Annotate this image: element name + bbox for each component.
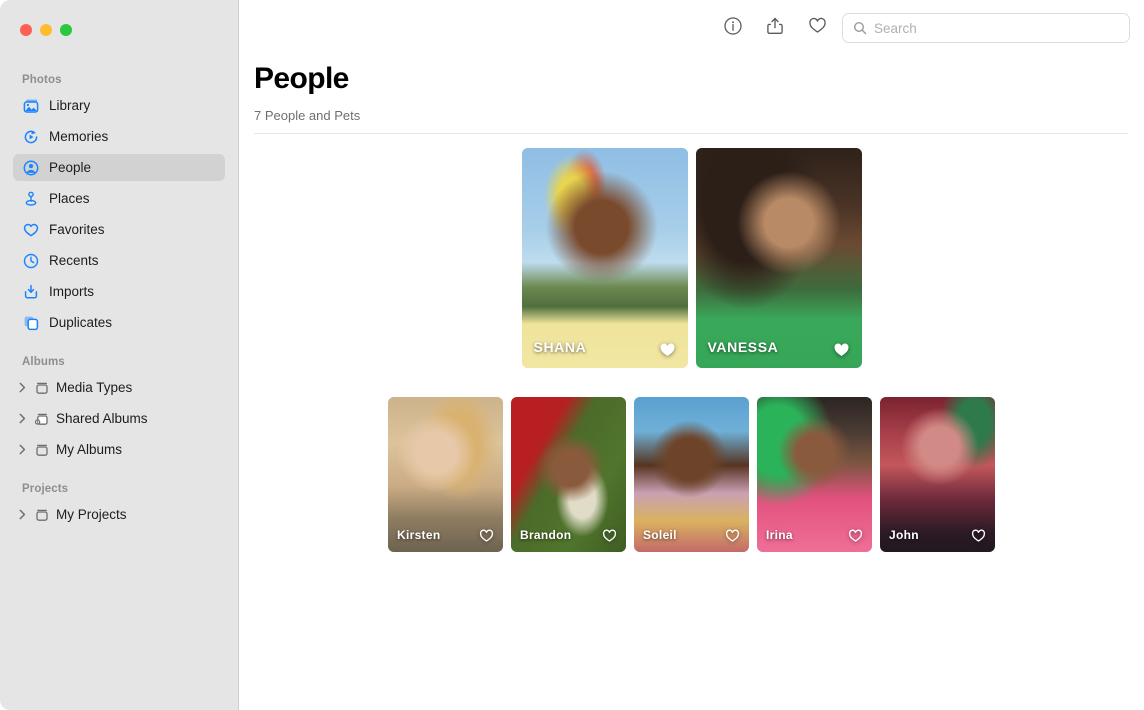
search-input[interactable] <box>874 21 1119 36</box>
sidebar-item-label: My Albums <box>56 443 122 457</box>
chevron-right-icon[interactable] <box>16 382 28 393</box>
person-card[interactable]: John <box>880 397 995 552</box>
sidebar-section-header-photos: Photos <box>0 74 238 92</box>
album-box-icon <box>33 379 51 397</box>
person-name: VANESSA <box>708 339 779 355</box>
person-card[interactable]: Irina <box>757 397 872 552</box>
minimize-button[interactable] <box>40 24 52 36</box>
sidebar-section-header-albums: Albums <box>0 356 238 374</box>
people-icon <box>22 159 40 177</box>
window-controls <box>0 0 238 56</box>
library-icon <box>22 97 40 115</box>
clock-icon <box>22 252 40 270</box>
person-name: Brandon <box>520 528 571 542</box>
sidebar-item-shared-albums[interactable]: Shared Albums <box>13 405 225 432</box>
sidebar-item-label: Shared Albums <box>56 412 148 426</box>
person-name: Soleil <box>643 528 677 542</box>
person-card[interactable]: SHANA <box>522 148 688 368</box>
sidebar-item-label: Library <box>49 99 90 113</box>
sidebar-item-label: Memories <box>49 130 108 144</box>
people-grid: SHANA VANESSA <box>239 134 1144 552</box>
sidebar-item-imports[interactable]: Imports <box>13 278 225 305</box>
favorite-heart-outline-icon[interactable] <box>478 527 495 544</box>
sidebar-item-memories[interactable]: Memories <box>13 123 225 150</box>
sidebar-item-my-albums[interactable]: My Albums <box>13 436 225 463</box>
page-title: People <box>254 62 1144 95</box>
album-box-icon <box>33 506 51 524</box>
sidebar-item-duplicates[interactable]: Duplicates <box>13 309 225 336</box>
favorite-heart-filled-icon[interactable] <box>658 340 677 359</box>
featured-people-row: SHANA VANESSA <box>239 148 1144 368</box>
person-card[interactable]: VANESSA <box>696 148 862 368</box>
page-header: People 7 People and Pets <box>239 56 1144 123</box>
photos-app-window: Photos Library <box>0 0 1144 710</box>
sidebar-item-label: Duplicates <box>49 316 112 330</box>
sidebar-item-media-types[interactable]: Media Types <box>13 374 225 401</box>
places-pin-icon <box>22 190 40 208</box>
album-box-icon <box>33 441 51 459</box>
sidebar-list-albums: Media Types Shared <box>0 374 238 463</box>
sidebar-item-label: People <box>49 161 91 175</box>
share-button[interactable] <box>754 10 796 46</box>
heart-outline-icon <box>807 15 828 41</box>
sidebar-item-places[interactable]: Places <box>13 185 225 212</box>
favorite-button[interactable] <box>796 10 838 46</box>
person-name: SHANA <box>534 339 587 355</box>
import-arrow-icon <box>22 283 40 301</box>
toolbar <box>239 0 1144 56</box>
search-icon <box>853 21 867 35</box>
sidebar-list-projects: My Projects <box>0 501 238 528</box>
sidebar-item-library[interactable]: Library <box>13 92 225 119</box>
favorite-heart-outline-icon[interactable] <box>970 527 987 544</box>
close-button[interactable] <box>20 24 32 36</box>
person-card[interactable]: Soleil <box>634 397 749 552</box>
sidebar-item-label: Places <box>49 192 90 206</box>
person-name: John <box>889 528 919 542</box>
favorite-heart-outline-icon[interactable] <box>724 527 741 544</box>
sidebar-list-photos: Library Memories <box>0 92 238 336</box>
person-photo <box>522 148 688 368</box>
chevron-right-icon[interactable] <box>16 413 28 424</box>
person-photo <box>696 148 862 368</box>
favorite-heart-filled-icon[interactable] <box>832 340 851 359</box>
sidebar-item-my-projects[interactable]: My Projects <box>13 501 225 528</box>
person-name: Kirsten <box>397 528 440 542</box>
main-content: People 7 People and Pets SHANA VANES <box>239 0 1144 710</box>
sidebar-section-header-projects: Projects <box>0 483 238 501</box>
other-people-row: Kirsten Brandon <box>239 397 1144 552</box>
sidebar-item-people[interactable]: People <box>13 154 225 181</box>
chevron-right-icon[interactable] <box>16 509 28 520</box>
person-card[interactable]: Kirsten <box>388 397 503 552</box>
duplicates-icon <box>22 314 40 332</box>
chevron-right-icon[interactable] <box>16 444 28 455</box>
sidebar-item-recents[interactable]: Recents <box>13 247 225 274</box>
heart-icon <box>22 221 40 239</box>
shared-album-icon <box>33 410 51 428</box>
info-button[interactable] <box>712 10 754 46</box>
sidebar: Photos Library <box>0 0 239 710</box>
sidebar-item-label: Media Types <box>56 381 132 395</box>
person-name: Irina <box>766 528 793 542</box>
sidebar-item-label: Favorites <box>49 223 105 237</box>
favorite-heart-outline-icon[interactable] <box>601 527 618 544</box>
favorite-heart-outline-icon[interactable] <box>847 527 864 544</box>
share-icon <box>765 16 785 41</box>
sidebar-item-label: Imports <box>49 285 94 299</box>
sidebar-item-favorites[interactable]: Favorites <box>13 216 225 243</box>
page-subtitle: 7 People and Pets <box>254 108 1144 123</box>
person-card[interactable]: Brandon <box>511 397 626 552</box>
info-circle-icon <box>723 16 743 41</box>
memories-icon <box>22 128 40 146</box>
maximize-button[interactable] <box>60 24 72 36</box>
sidebar-item-label: Recents <box>49 254 99 268</box>
search-field[interactable] <box>842 13 1130 43</box>
sidebar-item-label: My Projects <box>56 508 127 522</box>
